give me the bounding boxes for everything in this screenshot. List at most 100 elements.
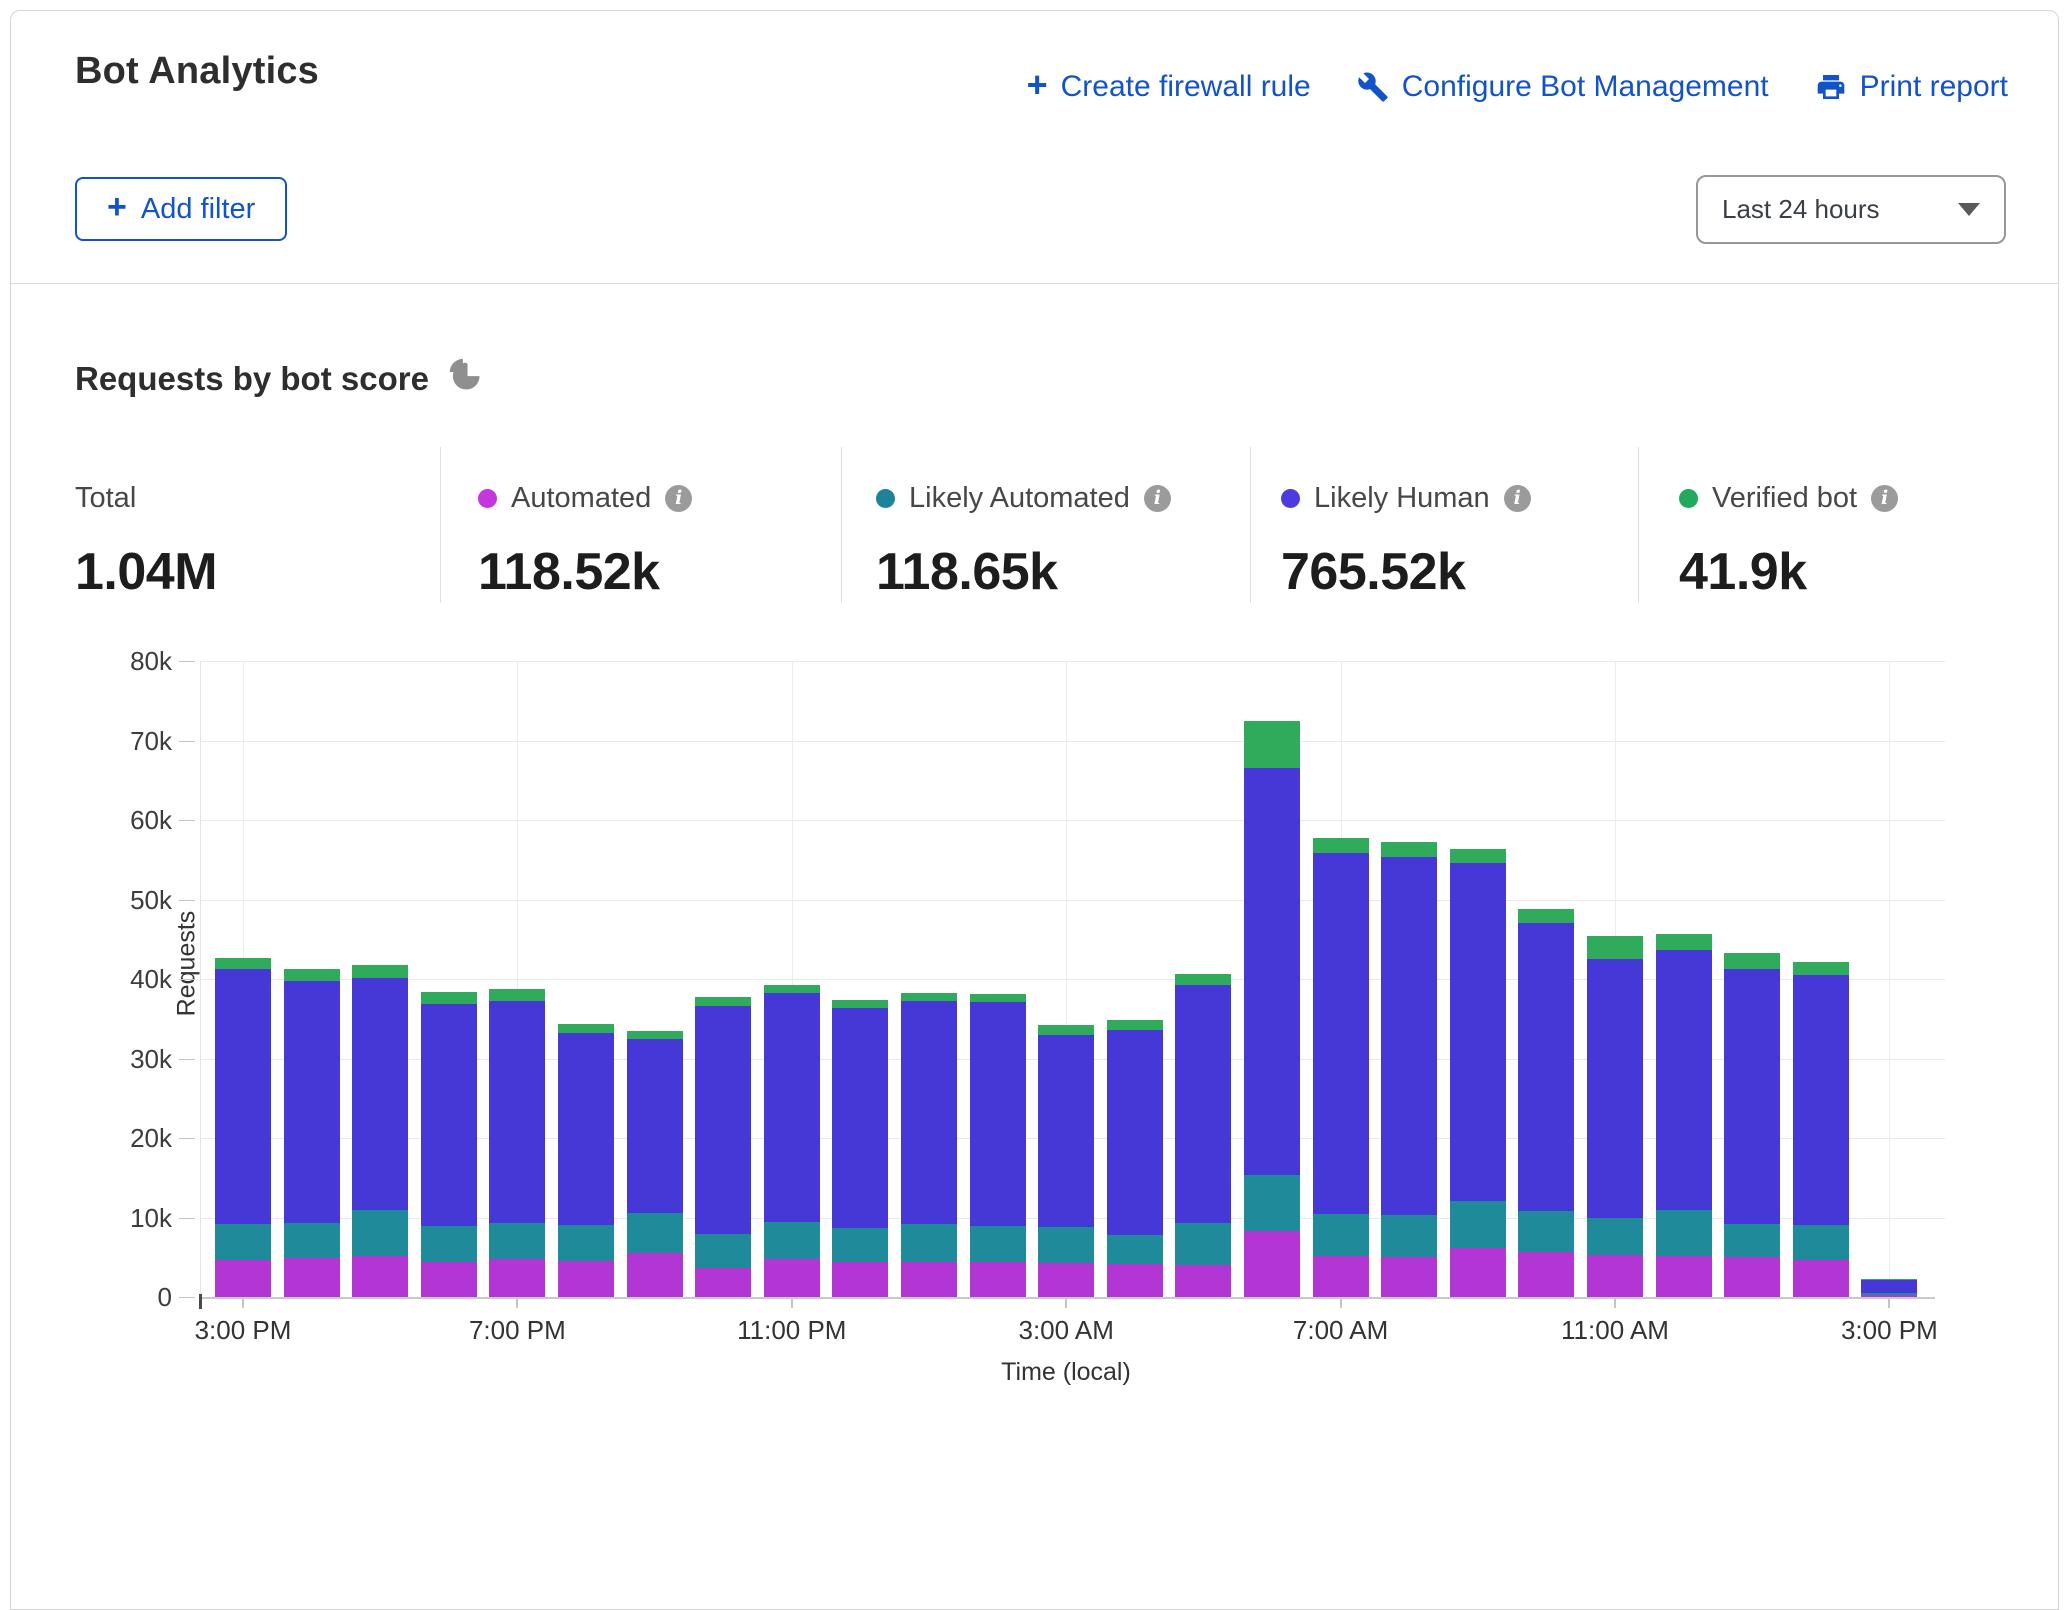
info-icon[interactable]: i bbox=[1144, 485, 1171, 512]
chart-bar-segment[interactable] bbox=[489, 1001, 545, 1223]
info-icon[interactable]: i bbox=[665, 485, 692, 512]
chart-bar-segment[interactable] bbox=[1107, 1030, 1163, 1235]
chart-bar-segment[interactable] bbox=[695, 1006, 751, 1234]
chart-bar-segment[interactable] bbox=[1450, 863, 1506, 1201]
chart-bar-segment[interactable] bbox=[1175, 1265, 1231, 1297]
chart-bar-segment[interactable] bbox=[627, 1213, 683, 1254]
chart-bar-segment[interactable] bbox=[1656, 950, 1712, 1209]
chart-bar-segment[interactable] bbox=[1107, 1235, 1163, 1264]
chart-bar-segment[interactable] bbox=[1381, 1257, 1437, 1297]
chart-bar-segment[interactable] bbox=[1518, 909, 1574, 923]
chart-bar-segment[interactable] bbox=[215, 1224, 271, 1260]
chart-bar-segment[interactable] bbox=[832, 1000, 888, 1008]
chart-bar-segment[interactable] bbox=[1381, 842, 1437, 857]
chart-bar-segment[interactable] bbox=[1175, 985, 1231, 1224]
chart-bar-segment[interactable] bbox=[421, 992, 477, 1004]
chart-bar-segment[interactable] bbox=[421, 1226, 477, 1262]
chart-bar-segment[interactable] bbox=[284, 981, 340, 1223]
chart-bar-segment[interactable] bbox=[1175, 974, 1231, 984]
chart-bar-segment[interactable] bbox=[421, 1262, 477, 1297]
chart-bar-segment[interactable] bbox=[215, 969, 271, 1224]
chart-bar-segment[interactable] bbox=[215, 1260, 271, 1297]
chart-bar-segment[interactable] bbox=[901, 1224, 957, 1262]
chart-bar-segment[interactable] bbox=[1724, 953, 1780, 969]
chart-bar-segment[interactable] bbox=[1724, 1257, 1780, 1297]
chart-bar-segment[interactable] bbox=[284, 1223, 340, 1258]
chart-bar-segment[interactable] bbox=[489, 989, 545, 1001]
chart-bar-segment[interactable] bbox=[1381, 1215, 1437, 1257]
chart-bar-segment[interactable] bbox=[627, 1253, 683, 1297]
chart-bar-segment[interactable] bbox=[558, 1033, 614, 1225]
chart-bar-segment[interactable] bbox=[1381, 857, 1437, 1215]
chart-bar-segment[interactable] bbox=[1861, 1279, 1917, 1280]
create-firewall-rule-link[interactable]: + Create firewall rule bbox=[1027, 70, 1311, 104]
chart-bar-segment[interactable] bbox=[1244, 721, 1300, 768]
print-report-link[interactable]: Print report bbox=[1815, 70, 2008, 104]
chart-bar-segment[interactable] bbox=[421, 1004, 477, 1227]
chart-bar-segment[interactable] bbox=[1793, 975, 1849, 1225]
chart-bar-segment[interactable] bbox=[1587, 1255, 1643, 1297]
chart-bar-segment[interactable] bbox=[558, 1225, 614, 1261]
chart-bar-segment[interactable] bbox=[1038, 1025, 1094, 1035]
chart-bar-segment[interactable] bbox=[1518, 1252, 1574, 1297]
chart-bar-segment[interactable] bbox=[1038, 1227, 1094, 1263]
chart-bar-segment[interactable] bbox=[1107, 1020, 1163, 1030]
chart-bar-segment[interactable] bbox=[1244, 1175, 1300, 1231]
chart-bar-segment[interactable] bbox=[1313, 1214, 1369, 1255]
chart-bar-segment[interactable] bbox=[1038, 1035, 1094, 1227]
chart-bar-segment[interactable] bbox=[1518, 923, 1574, 1211]
chart-bar-segment[interactable] bbox=[352, 1256, 408, 1297]
chart-bar-segment[interactable] bbox=[764, 993, 820, 1222]
time-range-select[interactable]: Last 24 hours bbox=[1696, 175, 2006, 244]
chart-bar-segment[interactable] bbox=[352, 965, 408, 978]
chart-bar-segment[interactable] bbox=[764, 1259, 820, 1297]
chart-bar-segment[interactable] bbox=[832, 1228, 888, 1262]
chart-bar-segment[interactable] bbox=[352, 978, 408, 1209]
chart-bar-segment[interactable] bbox=[1313, 1256, 1369, 1297]
chart-bar-segment[interactable] bbox=[764, 985, 820, 993]
chart-bar-segment[interactable] bbox=[1107, 1264, 1163, 1297]
chart-bar-segment[interactable] bbox=[558, 1261, 614, 1297]
chart-bar-segment[interactable] bbox=[1313, 853, 1369, 1215]
info-icon[interactable]: i bbox=[1504, 485, 1531, 512]
chart-bar-segment[interactable] bbox=[1175, 1223, 1231, 1265]
chart-bar-segment[interactable] bbox=[489, 1223, 545, 1259]
chart-bar-segment[interactable] bbox=[970, 1002, 1026, 1226]
chart-bar-segment[interactable] bbox=[1656, 1210, 1712, 1256]
chart-bar-segment[interactable] bbox=[970, 1262, 1026, 1297]
chart-bar-segment[interactable] bbox=[695, 1234, 751, 1267]
chart-bar-segment[interactable] bbox=[832, 1262, 888, 1297]
chart-bar-segment[interactable] bbox=[1793, 962, 1849, 976]
chart-bar-segment[interactable] bbox=[1244, 1231, 1300, 1297]
chart-bar-segment[interactable] bbox=[1793, 1225, 1849, 1260]
chart-bar-segment[interactable] bbox=[1861, 1280, 1917, 1293]
chart-bar-segment[interactable] bbox=[695, 1268, 751, 1297]
chart-bar-segment[interactable] bbox=[1587, 936, 1643, 959]
chart-bar-segment[interactable] bbox=[1587, 1218, 1643, 1255]
chart-bar-segment[interactable] bbox=[901, 993, 957, 1001]
chart-bar-segment[interactable] bbox=[1724, 1224, 1780, 1257]
chart-bar-segment[interactable] bbox=[1244, 768, 1300, 1174]
chart-bar-segment[interactable] bbox=[352, 1210, 408, 1257]
chart-bar-segment[interactable] bbox=[284, 969, 340, 980]
chart-bar-segment[interactable] bbox=[1518, 1211, 1574, 1252]
chart-bar-segment[interactable] bbox=[832, 1008, 888, 1227]
chart-bar-segment[interactable] bbox=[215, 958, 271, 968]
chart-bar-segment[interactable] bbox=[558, 1024, 614, 1033]
info-icon[interactable]: i bbox=[1871, 485, 1898, 512]
chart-bar-segment[interactable] bbox=[901, 1262, 957, 1297]
chart-bar-segment[interactable] bbox=[695, 997, 751, 1006]
chart-bar-segment[interactable] bbox=[1861, 1293, 1917, 1295]
chart-bar-segment[interactable] bbox=[1587, 959, 1643, 1218]
chart-bar-segment[interactable] bbox=[1656, 934, 1712, 950]
chart-bar-segment[interactable] bbox=[970, 994, 1026, 1002]
chart-bar-segment[interactable] bbox=[284, 1258, 340, 1297]
chart-bar-segment[interactable] bbox=[627, 1031, 683, 1040]
chart-bar-segment[interactable] bbox=[1450, 1201, 1506, 1248]
chart-bar-segment[interactable] bbox=[489, 1259, 545, 1297]
chart-bar-segment[interactable] bbox=[901, 1001, 957, 1224]
chart-bar-segment[interactable] bbox=[1450, 1248, 1506, 1297]
chart-bar-segment[interactable] bbox=[1793, 1260, 1849, 1297]
chart-bar-segment[interactable] bbox=[1313, 838, 1369, 852]
chart-bar-segment[interactable] bbox=[764, 1222, 820, 1259]
